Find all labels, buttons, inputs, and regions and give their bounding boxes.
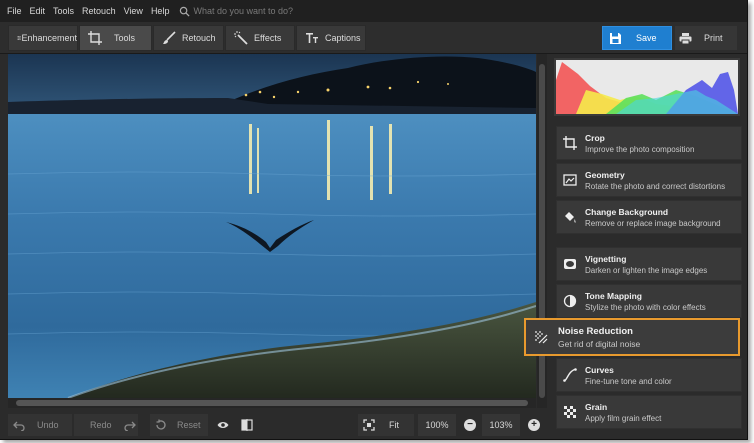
tool-title: Noise Reduction — [558, 325, 633, 337]
tool-curves[interactable]: Curves Fine-tune tone and color — [556, 358, 742, 392]
tab-label: Enhancement — [21, 33, 77, 43]
tool-vignetting[interactable]: Vignetting Darken or lighten the image ed… — [556, 247, 742, 281]
zoom-in-button[interactable]: + — [528, 419, 540, 431]
tab-tools[interactable]: Tools — [79, 25, 152, 51]
tab-label: Tools — [114, 33, 136, 43]
compare-icon — [241, 419, 253, 431]
tool-title: Curves — [585, 364, 614, 375]
tool-crop[interactable]: Crop Improve the photo composition — [556, 126, 742, 160]
tone-mapping-icon — [563, 294, 577, 308]
reset-icon — [156, 419, 166, 430]
geometry-icon — [563, 174, 577, 186]
fit-icon — [363, 419, 375, 431]
tool-title: Change Background — [585, 206, 669, 217]
undo-button[interactable]: Undo — [8, 414, 72, 436]
tab-enhancement[interactable]: Enhancement — [8, 25, 78, 51]
curves-icon — [563, 368, 577, 382]
reset-button[interactable]: Reset — [150, 414, 208, 436]
save-icon — [610, 32, 621, 44]
reset-label: Reset — [177, 420, 201, 430]
tool-grain[interactable]: Grain Apply film grain effect — [556, 395, 742, 429]
menu-retouch[interactable]: Retouch — [82, 6, 116, 16]
tab-retouch[interactable]: Retouch — [153, 25, 224, 51]
tool-desc: Fine-tune tone and color — [585, 376, 672, 386]
vignette-icon — [564, 259, 576, 269]
tool-noise-reduction[interactable]: Noise Reduction Get rid of digital noise — [524, 318, 740, 356]
redo-button[interactable]: Redo — [74, 414, 138, 436]
bottom-toolbar: Undo Redo Reset Fit 100% − 103% + — [0, 410, 548, 439]
crop-icon — [563, 136, 577, 150]
tool-desc: Rotate the photo and correct distortions — [585, 181, 726, 191]
photo-editor-window: File Edit Tools Retouch View Help Enhanc… — [0, 0, 748, 440]
zoom-level: 103% — [482, 414, 520, 436]
brush-icon — [163, 31, 176, 44]
tool-title: Geometry — [585, 169, 625, 180]
search-icon — [180, 6, 190, 17]
tab-label: Effects — [254, 33, 282, 43]
noise-icon — [535, 331, 548, 344]
tab-captions[interactable]: Captions — [296, 25, 366, 51]
search-box[interactable] — [179, 6, 344, 17]
menu-view[interactable]: View — [124, 6, 143, 16]
photo-canvas[interactable] — [8, 54, 536, 398]
magic-wand-icon — [234, 31, 248, 45]
tool-desc: Get rid of digital noise — [558, 338, 641, 349]
printer-icon — [679, 32, 692, 44]
tab-effects[interactable]: Effects — [225, 25, 295, 51]
save-button[interactable]: Save — [602, 26, 672, 50]
toolbar: Enhancement Tools Retouch Effects Captio… — [0, 22, 747, 54]
eye-icon — [217, 422, 229, 428]
tool-title: Grain — [585, 401, 608, 412]
fit-label: Fit — [389, 420, 399, 430]
save-label: Save — [636, 33, 657, 43]
tool-desc: Improve the photo composition — [585, 144, 695, 154]
tool-desc: Darken or lighten the image edges — [585, 265, 708, 275]
preview-button[interactable] — [214, 414, 232, 436]
tab-label: Retouch — [182, 33, 216, 43]
redo-icon — [123, 421, 136, 431]
zoom-100-button[interactable]: 100% — [418, 414, 456, 436]
compare-button[interactable] — [238, 414, 256, 436]
undo-icon — [13, 421, 25, 431]
histogram — [554, 58, 740, 116]
photo-image — [8, 54, 536, 398]
tools-panel: Crop Improve the photo composition Geomet… — [548, 54, 747, 439]
tool-desc: Apply film grain effect — [585, 413, 662, 423]
scrollbar-thumb[interactable] — [16, 400, 528, 406]
menu-help[interactable]: Help — [151, 6, 170, 16]
print-button[interactable]: Print — [675, 26, 737, 50]
crop-icon — [88, 31, 102, 45]
menubar: File Edit Tools Retouch View Help — [0, 0, 747, 22]
tool-geometry[interactable]: Geometry Rotate the photo and correct dis… — [556, 163, 742, 197]
grain-icon — [564, 406, 576, 418]
histogram-graph — [556, 62, 738, 114]
menu-edit[interactable]: Edit — [30, 6, 46, 16]
undo-label: Undo — [37, 420, 59, 430]
zoom-out-button[interactable]: − — [464, 419, 476, 431]
paint-bucket-icon — [565, 212, 576, 223]
tool-desc: Stylize the photo with color effects — [585, 302, 706, 312]
tool-change-background[interactable]: Change Background Remove or replace image… — [556, 200, 742, 234]
menu-tools[interactable]: Tools — [53, 6, 74, 16]
tool-title: Tone Mapping — [585, 290, 642, 301]
menu-file[interactable]: File — [7, 6, 22, 16]
tab-label: Captions — [325, 33, 361, 43]
print-label: Print — [704, 33, 723, 43]
search-input[interactable] — [193, 6, 344, 16]
tool-title: Vignetting — [585, 253, 627, 264]
redo-label: Redo — [90, 420, 112, 430]
horizontal-scrollbar[interactable] — [8, 398, 536, 408]
tool-tone-mapping[interactable]: Tone Mapping Stylize the photo with color… — [556, 284, 742, 318]
fit-button[interactable]: Fit — [358, 414, 414, 436]
tool-title: Crop — [585, 132, 605, 143]
tool-desc: Remove or replace image background — [585, 218, 721, 228]
text-icon — [306, 33, 318, 43]
